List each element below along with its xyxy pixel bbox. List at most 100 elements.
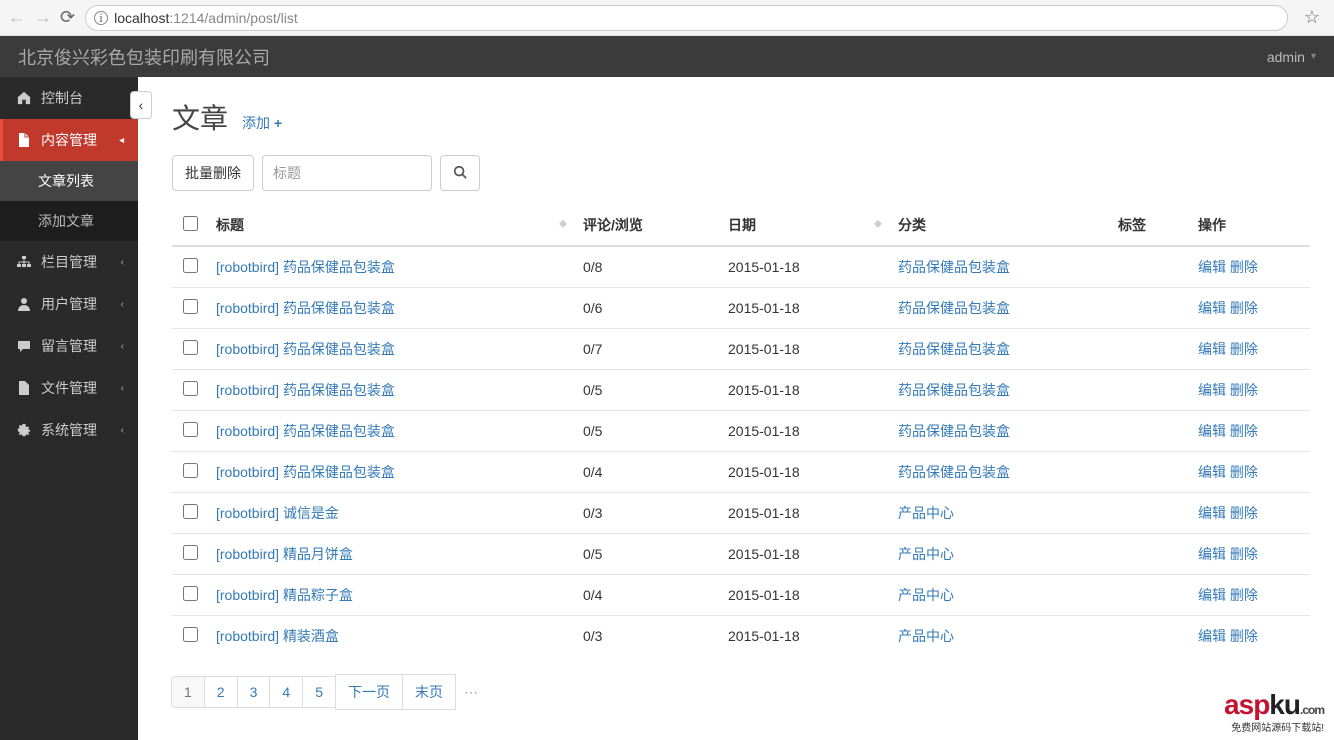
- edit-link[interactable]: 编辑: [1198, 587, 1226, 603]
- author-link[interactable]: [robotbird]: [216, 587, 279, 603]
- edit-link[interactable]: 编辑: [1198, 341, 1226, 357]
- category-link[interactable]: 药品保健品包装盒: [898, 259, 1010, 275]
- edit-link[interactable]: 编辑: [1198, 382, 1226, 398]
- reload-icon[interactable]: ⟳: [60, 7, 75, 28]
- edit-link[interactable]: 编辑: [1198, 505, 1226, 521]
- sidebar-item-label: 栏目管理: [41, 252, 97, 272]
- row-checkbox[interactable]: [183, 381, 198, 396]
- delete-link[interactable]: 删除: [1230, 423, 1258, 439]
- page-2[interactable]: 2: [204, 676, 238, 708]
- search-button[interactable]: [440, 155, 480, 191]
- post-title-link[interactable]: 药品保健品包装盒: [283, 423, 395, 439]
- page-next[interactable]: 下一页: [335, 674, 403, 710]
- post-title-link[interactable]: 药品保健品包装盒: [283, 259, 395, 275]
- author-link[interactable]: [robotbird]: [216, 505, 279, 521]
- table-row: [robotbird] 药品保健品包装盒 0/8 2015-01-18 药品保健…: [172, 246, 1310, 288]
- category-link[interactable]: 产品中心: [898, 546, 954, 562]
- batch-delete-button[interactable]: 批量删除: [172, 155, 254, 191]
- row-checkbox[interactable]: [183, 504, 198, 519]
- author-link[interactable]: [robotbird]: [216, 423, 279, 439]
- sidebar-sub-item[interactable]: 添加文章: [0, 201, 138, 241]
- sidebar-sub-item[interactable]: 文章列表: [0, 161, 138, 201]
- post-title-link[interactable]: 药品保健品包装盒: [283, 464, 395, 480]
- col-date[interactable]: 日期: [720, 205, 890, 246]
- page-5[interactable]: 5: [302, 676, 336, 708]
- category-link[interactable]: 药品保健品包装盒: [898, 464, 1010, 480]
- row-checkbox[interactable]: [183, 627, 198, 642]
- page-3[interactable]: 3: [237, 676, 271, 708]
- edit-link[interactable]: 编辑: [1198, 423, 1226, 439]
- category-link[interactable]: 药品保健品包装盒: [898, 341, 1010, 357]
- post-title-link[interactable]: 精品月饼盒: [283, 546, 353, 562]
- views-cell: 0/7: [575, 329, 720, 370]
- search-input[interactable]: [262, 155, 432, 191]
- row-checkbox[interactable]: [183, 463, 198, 478]
- delete-link[interactable]: 删除: [1230, 259, 1258, 275]
- category-link[interactable]: 药品保健品包装盒: [898, 423, 1010, 439]
- col-title[interactable]: 标题: [208, 205, 575, 246]
- author-link[interactable]: [robotbird]: [216, 628, 279, 644]
- date-cell: 2015-01-18: [720, 575, 890, 616]
- sidebar-item-label: 文件管理: [41, 378, 97, 398]
- post-title-link[interactable]: 诚信是金: [283, 505, 339, 521]
- edit-link[interactable]: 编辑: [1198, 546, 1226, 562]
- back-icon[interactable]: ←: [8, 7, 26, 28]
- user-name: admin: [1267, 49, 1305, 65]
- row-checkbox[interactable]: [183, 422, 198, 437]
- category-link[interactable]: 药品保健品包装盒: [898, 382, 1010, 398]
- delete-link[interactable]: 删除: [1230, 300, 1258, 316]
- sidebar-item-sitemap[interactable]: 栏目管理 ‹: [0, 241, 138, 283]
- author-link[interactable]: [robotbird]: [216, 300, 279, 316]
- post-title-link[interactable]: 精品粽子盒: [283, 587, 353, 603]
- sidebar-collapse-toggle[interactable]: ‹: [130, 91, 152, 119]
- views-cell: 0/5: [575, 411, 720, 452]
- author-link[interactable]: [robotbird]: [216, 546, 279, 562]
- forward-icon[interactable]: →: [34, 7, 52, 28]
- category-link[interactable]: 产品中心: [898, 628, 954, 644]
- bookmark-icon[interactable]: ☆: [1298, 7, 1326, 28]
- delete-link[interactable]: 删除: [1230, 628, 1258, 644]
- delete-link[interactable]: 删除: [1230, 382, 1258, 398]
- category-link[interactable]: 药品保健品包装盒: [898, 300, 1010, 316]
- delete-link[interactable]: 删除: [1230, 341, 1258, 357]
- post-title-link[interactable]: 药品保健品包装盒: [283, 341, 395, 357]
- add-post-link[interactable]: 添加 +: [242, 113, 282, 133]
- category-link[interactable]: 产品中心: [898, 587, 954, 603]
- site-info-icon[interactable]: i: [94, 11, 108, 25]
- row-checkbox[interactable]: [183, 545, 198, 560]
- edit-link[interactable]: 编辑: [1198, 464, 1226, 480]
- sidebar-item-comment[interactable]: 留言管理 ‹: [0, 325, 138, 367]
- edit-link[interactable]: 编辑: [1198, 300, 1226, 316]
- post-title-link[interactable]: 药品保健品包装盒: [283, 300, 395, 316]
- delete-link[interactable]: 删除: [1230, 587, 1258, 603]
- sidebar-item-gear[interactable]: 系统管理 ‹: [0, 409, 138, 451]
- select-all-checkbox[interactable]: [183, 216, 198, 231]
- edit-link[interactable]: 编辑: [1198, 259, 1226, 275]
- table-row: [robotbird] 精装酒盒 0/3 2015-01-18 产品中心 编辑 …: [172, 616, 1310, 657]
- delete-link[interactable]: 删除: [1230, 546, 1258, 562]
- sidebar-item-user[interactable]: 用户管理 ‹: [0, 283, 138, 325]
- delete-link[interactable]: 删除: [1230, 464, 1258, 480]
- sidebar-item-file2[interactable]: 文件管理 ‹: [0, 367, 138, 409]
- gear-icon: [17, 423, 31, 437]
- author-link[interactable]: [robotbird]: [216, 259, 279, 275]
- url-bar[interactable]: i localhost:1214/admin/post/list: [85, 5, 1288, 31]
- edit-link[interactable]: 编辑: [1198, 628, 1226, 644]
- author-link[interactable]: [robotbird]: [216, 341, 279, 357]
- row-checkbox[interactable]: [183, 340, 198, 355]
- row-checkbox[interactable]: [183, 586, 198, 601]
- category-link[interactable]: 产品中心: [898, 505, 954, 521]
- row-checkbox[interactable]: [183, 299, 198, 314]
- sidebar-item-file[interactable]: 内容管理 ▾: [0, 119, 138, 161]
- row-checkbox[interactable]: [183, 258, 198, 273]
- author-link[interactable]: [robotbird]: [216, 382, 279, 398]
- page-ellipsis: ⋯: [456, 677, 486, 708]
- author-link[interactable]: [robotbird]: [216, 464, 279, 480]
- page-4[interactable]: 4: [269, 676, 303, 708]
- user-menu[interactable]: admin ▾: [1267, 49, 1316, 65]
- page-last[interactable]: 末页: [402, 674, 456, 710]
- delete-link[interactable]: 删除: [1230, 505, 1258, 521]
- post-title-link[interactable]: 药品保健品包装盒: [283, 382, 395, 398]
- post-title-link[interactable]: 精装酒盒: [283, 628, 339, 644]
- sidebar-item-dashboard[interactable]: 控制台: [0, 77, 138, 119]
